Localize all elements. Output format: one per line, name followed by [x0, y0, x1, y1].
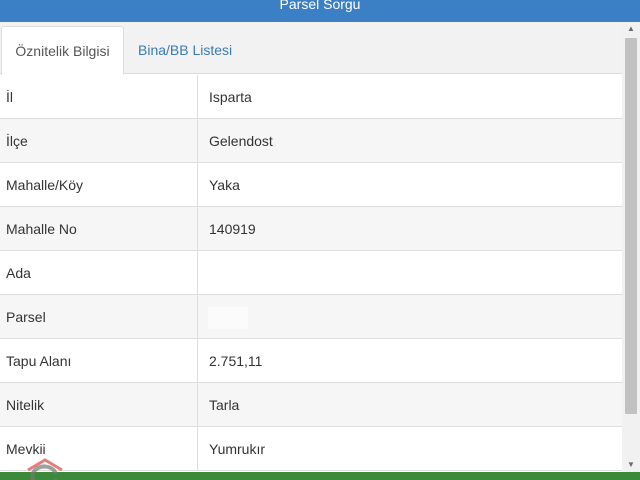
row-value: 140919 [197, 207, 622, 251]
table-row: İl Isparta [0, 75, 622, 119]
scroll-down-arrow-icon[interactable]: ▼ [622, 458, 640, 472]
scrollbar-thumb[interactable] [625, 38, 637, 414]
row-label: İl [6, 89, 13, 105]
table-row: Tapu Alanı 2.751,11 [0, 339, 622, 383]
row-label: Ada [6, 265, 31, 281]
table-row: Mahalle/Köy Yaka [0, 163, 622, 207]
table-row: İlçe Gelendost [0, 119, 622, 163]
row-label: Mahalle/Köy [6, 177, 84, 193]
scroll-up-arrow-icon[interactable]: ▲ [622, 22, 640, 36]
attribute-panel: Öznitelik Bilgisi Bina/BB Listesi İl Isp… [0, 22, 640, 472]
vertical-scrollbar[interactable]: ▲ ▼ [622, 22, 640, 472]
table-row: Parsel [0, 295, 622, 339]
row-value: Yaka [197, 163, 622, 207]
header-title: Parsel Sorgu [279, 0, 361, 12]
row-value [197, 295, 622, 339]
row-value [197, 251, 622, 295]
row-label: Tapu Alanı [6, 353, 72, 369]
table-row: Mevkii Yumrukır [0, 427, 622, 471]
tab-bina-bb-listesi[interactable]: Bina/BB Listesi [138, 26, 278, 75]
redacted-value-box [208, 307, 248, 329]
table-row: Ada [0, 251, 622, 295]
row-value: Isparta [197, 75, 622, 119]
row-value: Tarla [197, 383, 622, 427]
row-value: 2.751,11 [197, 339, 622, 383]
tab-strip: Öznitelik Bilgisi Bina/BB Listesi [0, 22, 622, 75]
row-label: Parsel [6, 309, 46, 325]
row-label: İlçe [6, 133, 28, 149]
watermark-logo-icon [27, 458, 63, 480]
attribute-table: İl Isparta İlçe Gelendost Mahalle/Köy Ya… [0, 75, 622, 471]
row-label: Nitelik [6, 397, 45, 413]
bottom-status-bar [0, 472, 640, 480]
row-value: Gelendost [197, 119, 622, 163]
top-header-bar: Parsel Sorgu [0, 0, 640, 22]
row-value: Yumrukır [197, 427, 622, 471]
table-row: Nitelik Tarla [0, 383, 622, 427]
tab-oznitelik-bilgisi[interactable]: Öznitelik Bilgisi [1, 26, 124, 75]
row-label: Mahalle No [6, 221, 77, 237]
table-row: Mahalle No 140919 [0, 207, 622, 251]
